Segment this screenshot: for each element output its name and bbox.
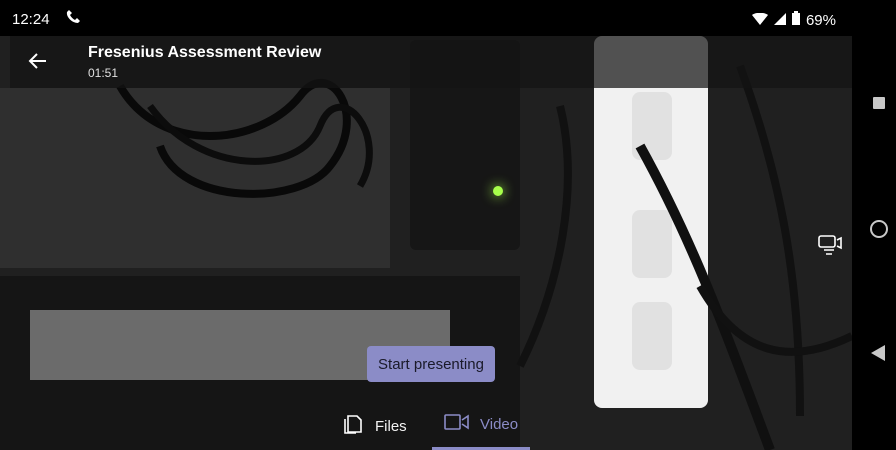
meeting-header: Fresenius Assessment Review 01:51 <box>10 36 852 88</box>
wifi-icon <box>751 12 768 29</box>
battery-icon <box>791 11 800 29</box>
battery-level: 69% <box>805 11 836 29</box>
bottom-tabs: Files Video <box>0 405 852 450</box>
start-presenting-button[interactable]: Start presenting <box>367 346 495 382</box>
back-triangle-icon[interactable] <box>871 345 885 361</box>
status-time: 12:24 <box>12 11 50 28</box>
meeting-duration: 01:51 <box>88 66 119 80</box>
tab-files[interactable]: Files <box>343 413 407 439</box>
tab-video[interactable]: Video <box>444 413 518 435</box>
files-icon <box>343 413 365 439</box>
app-screen: Fresenius Assessment Review 01:51 Start … <box>0 0 852 450</box>
tab-video-label: Video <box>480 415 519 433</box>
switch-camera-icon[interactable] <box>817 232 843 258</box>
video-icon <box>444 413 470 435</box>
status-bar: 12:24 69% <box>0 0 852 36</box>
status-icons: 69% <box>751 11 836 29</box>
recents-square-icon[interactable] <box>873 97 885 109</box>
back-arrow-icon[interactable] <box>26 49 54 77</box>
meeting-title: Fresenius Assessment Review <box>88 44 322 61</box>
home-circle-icon[interactable] <box>870 220 888 238</box>
tab-files-label: Files <box>375 417 407 435</box>
signal-icon <box>773 12 786 29</box>
phone-icon <box>66 9 80 27</box>
camera-cables <box>116 64 852 450</box>
